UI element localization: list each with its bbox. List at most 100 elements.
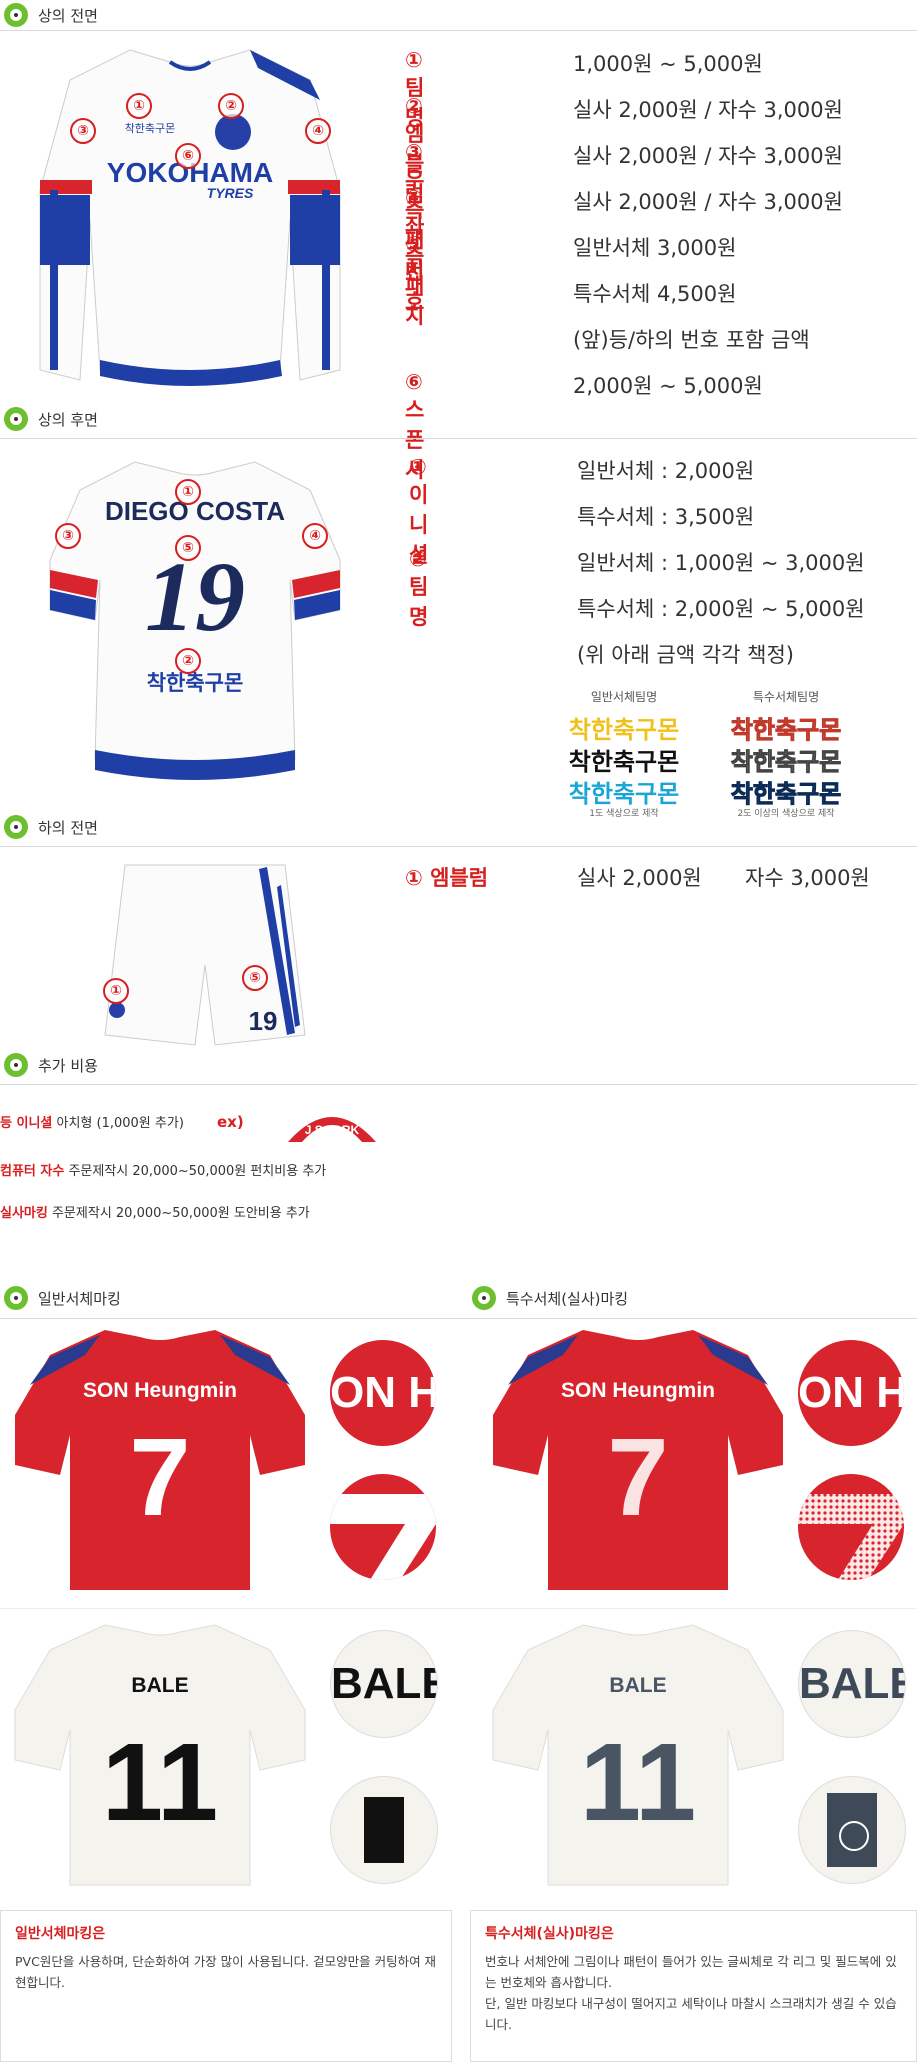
section-header-front-top: 상의 전면 bbox=[0, 0, 98, 30]
marker-2: ② bbox=[218, 93, 244, 119]
section-icon bbox=[4, 1053, 28, 1077]
normal-marking-note: 일반서체마킹은 PVC원단을 사용하며, 단순화하여 가장 많이 사용됩니다. … bbox=[0, 1910, 452, 2062]
shorts-image: 19 bbox=[104, 864, 306, 1046]
sponsor-sub-text: TYRES bbox=[207, 185, 254, 201]
white-shirt-number: 11 bbox=[580, 1721, 696, 1844]
price-value: (위 아래 금액 각각 책정) bbox=[577, 643, 794, 667]
team-sample-blue: 착한축구몬 bbox=[568, 780, 680, 808]
zoom-red-number-special bbox=[798, 1474, 904, 1580]
shorts-price-row: ① 엠블럼 실사 2,000원 자수 3,000원 bbox=[405, 862, 905, 902]
extra-cost-ex: ex) bbox=[217, 1113, 244, 1131]
marker-2: ② bbox=[175, 648, 201, 674]
section-title: 상의 후면 bbox=[38, 410, 98, 429]
price-value: 특수서체 : 2,000원 ~ 5,000원 bbox=[577, 597, 865, 621]
divider bbox=[0, 1318, 917, 1319]
extra-cost-text: 아치형 (1,000원 추가) bbox=[52, 1116, 184, 1131]
price-value: 1,000원 ~ 5,000원 bbox=[573, 52, 763, 76]
extra-cost-row: 등 이니셜 아치형 (1,000원 추가) ex) bbox=[0, 1112, 244, 1131]
marker-4: ④ bbox=[302, 523, 328, 549]
zoom-white-number-normal bbox=[330, 1776, 438, 1884]
white-shirt-name: BALE bbox=[131, 1674, 188, 1697]
divider bbox=[0, 846, 917, 847]
price-value: (앞)등/하의 번호 포함 금액 bbox=[573, 328, 810, 352]
section-icon bbox=[4, 1286, 28, 1310]
section-header-special-marking: 특수서체(실사)마킹 bbox=[468, 1283, 628, 1313]
price-value: 특수서체 : 3,500원 bbox=[577, 505, 755, 529]
extra-cost-key: 실사마킹 bbox=[0, 1206, 48, 1221]
zoom-text: ON H bbox=[798, 1368, 904, 1417]
team-label-text: 착한축구몬 bbox=[147, 671, 244, 695]
note-title: 특수서체(실사)마킹은 bbox=[485, 1926, 614, 1942]
marker-1: ① bbox=[103, 978, 129, 1004]
zoom-white-name-special: BALE bbox=[798, 1630, 906, 1738]
section-title: 특수서체(실사)마킹 bbox=[506, 1289, 629, 1308]
zoom-text: BALE bbox=[331, 1659, 437, 1708]
divider bbox=[0, 438, 917, 439]
divider bbox=[0, 1608, 917, 1609]
white-shirt-name: BALE bbox=[609, 1674, 666, 1697]
price-value-2: 자수 3,000원 bbox=[745, 866, 870, 890]
team-sample-grey: 착한축구몬 bbox=[730, 748, 842, 777]
red-shirt-number: 7 bbox=[129, 1416, 190, 1539]
section-icon bbox=[4, 815, 28, 839]
section-icon bbox=[472, 1286, 496, 1310]
divider bbox=[0, 30, 917, 31]
special-marking-note: 특수서체(실사)마킹은 번호나 서체안에 그림이나 패턴이 들어가 있는 글씨체… bbox=[470, 1910, 917, 2062]
marker-5: ⑤ bbox=[242, 965, 268, 991]
team-sample-orange: 착한축구몬 bbox=[730, 716, 842, 745]
price-value: 실사 2,000원 bbox=[577, 866, 702, 890]
note-body: PVC원단을 사용하며, 단순화하여 가장 많이 사용됩니다. 겉모양만을 커팅… bbox=[15, 1954, 437, 1990]
marker-6: ⑥ bbox=[175, 143, 201, 169]
zoom-red-name-normal: ON H bbox=[330, 1340, 436, 1446]
divider bbox=[0, 1084, 917, 1085]
extra-cost-key: 컴퓨터 자수 bbox=[0, 1164, 65, 1179]
normal-font-samples: 착한축구몬 착한축구몬 착한축구몬 1도 색상으로 제작 bbox=[550, 710, 698, 819]
zoom-text: BALE bbox=[799, 1659, 905, 1708]
marker-3: ③ bbox=[70, 118, 96, 144]
jersey-front-image: YOKOHAMA TYRES 착한축구몬 bbox=[39, 49, 341, 386]
price-value: 특수서체 4,500원 bbox=[573, 282, 737, 306]
red-shirt-number: 7 bbox=[607, 1416, 668, 1539]
extra-cost-row: 실사마킹 주문제작시 20,000~50,000원 도안비용 추가 bbox=[0, 1202, 310, 1221]
shorts-number: 19 bbox=[249, 1006, 278, 1036]
arch-initial-text: J.S.PARK bbox=[305, 1123, 360, 1137]
red-shirt-special-image: SON Heungmin 7 bbox=[493, 1330, 783, 1590]
extra-cost-row: 컴퓨터 자수 주문제작시 20,000~50,000원 펀치비용 추가 bbox=[0, 1160, 326, 1179]
section-header-front-shorts: 하의 전면 bbox=[0, 812, 98, 842]
team-sample-black: 착한축구몬 bbox=[568, 748, 680, 776]
team-sample-navy: 착한축구몬 bbox=[730, 780, 842, 809]
special-font-samples: 착한축구몬 착한축구몬 착한축구몬 2도 이상의 색상으로 제작 bbox=[712, 710, 860, 820]
red-shirt-normal-image: SON Heungmin 7 bbox=[15, 1330, 305, 1590]
arch-initial-badge: J.S.PARK bbox=[288, 1117, 376, 1142]
price-value: 2,000원 ~ 5,000원 bbox=[573, 374, 763, 398]
price-value: 일반서체 3,000원 bbox=[573, 236, 737, 260]
extra-cost-text: 주문제작시 20,000~50,000원 도안비용 추가 bbox=[47, 1206, 310, 1221]
marker-3: ③ bbox=[55, 523, 81, 549]
section-title: 추가 비용 bbox=[38, 1056, 98, 1075]
white-shirt-normal-image: BALE 11 bbox=[14, 1624, 306, 1886]
red-shirt-name: SON Heungmin bbox=[561, 1379, 715, 1402]
price-label: ⑤ 번호 bbox=[405, 232, 425, 314]
marker-5: ⑤ bbox=[175, 535, 201, 561]
section-title: 일반서체마킹 bbox=[38, 1289, 121, 1308]
marker-1: ① bbox=[126, 93, 152, 119]
price-value: 실사 2,000원 / 자수 3,000원 bbox=[573, 190, 843, 214]
zoom-red-name-special: ON H bbox=[798, 1340, 904, 1446]
price-label: ② 팀명 bbox=[409, 547, 429, 629]
section-title: 상의 전면 bbox=[38, 6, 98, 25]
normal-font-title: 일반서체팀명 bbox=[590, 690, 658, 704]
special-font-title: 특수서체팀명 bbox=[752, 690, 820, 704]
extra-cost-text: 주문제작시 20,000~50,000원 펀치비용 추가 bbox=[64, 1164, 327, 1179]
section-header-extra-cost: 추가 비용 bbox=[0, 1050, 98, 1080]
note-body: 번호나 서체안에 그림이나 패턴이 들어가 있는 글씨체로 각 리그 및 필드복… bbox=[485, 1954, 897, 1990]
marker-1: ① bbox=[175, 479, 201, 505]
price-value: 일반서체 : 2,000원 bbox=[577, 459, 755, 483]
note-title: 일반서체마킹은 bbox=[15, 1926, 106, 1942]
marker-4: ④ bbox=[305, 118, 331, 144]
team-sample-yellow: 착한축구몬 bbox=[568, 716, 680, 744]
white-shirt-special-image: BALE 11 bbox=[492, 1624, 784, 1886]
price-label: ① 엠블럼 bbox=[405, 866, 489, 890]
section-icon bbox=[4, 407, 28, 431]
white-shirt-number: 11 bbox=[102, 1721, 218, 1844]
red-shirt-name: SON Heungmin bbox=[83, 1379, 237, 1402]
